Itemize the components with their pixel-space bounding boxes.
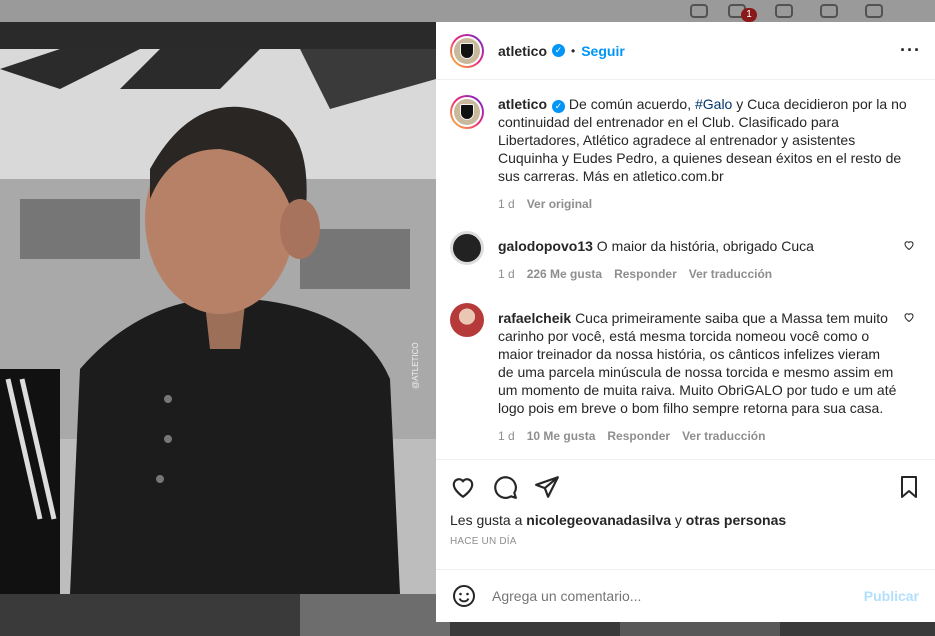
likes-middle: y — [674, 512, 682, 528]
caption: atletico ✓ De común acuerdo, #Galo y Cuca… — [450, 95, 921, 211]
post-header: atletico ✓ • Seguir ··· — [436, 22, 935, 80]
emoji-icon[interactable] — [452, 584, 476, 608]
see-original-button[interactable]: Ver original — [527, 197, 592, 211]
comment-text: O maior da história, obrigado Cuca — [596, 238, 814, 254]
crest-icon — [460, 42, 474, 59]
heart-icon[interactable] — [903, 239, 915, 251]
verified-icon: ✓ — [552, 44, 566, 57]
like-heart-icon[interactable] — [450, 474, 476, 500]
post-photo: @ATLETICO — [0, 49, 436, 594]
verified-icon: ✓ — [552, 100, 566, 113]
post-username[interactable]: atletico — [498, 43, 547, 59]
reply-button[interactable]: Responder — [614, 267, 677, 281]
comments-list[interactable]: atletico ✓ De común acuerdo, #Galo y Cuca… — [436, 81, 935, 459]
share-send-icon[interactable] — [534, 474, 560, 500]
background-top-bar: 1 — [0, 0, 935, 22]
comment-username[interactable]: rafaelcheik — [498, 310, 571, 326]
post-actions: Les gusta a nicolegeovanadasilva y otras… — [436, 459, 935, 569]
notification-badge: 1 — [741, 8, 757, 22]
comment-input[interactable] — [492, 588, 864, 604]
comment-bubble-icon[interactable] — [492, 474, 518, 500]
caption-text-start: De común acuerdo, — [568, 96, 692, 112]
other-likers-link[interactable]: otras personas — [686, 512, 786, 528]
avatar[interactable] — [450, 33, 484, 68]
caption-username[interactable]: atletico — [498, 96, 547, 112]
heart-icon — [865, 4, 883, 18]
avatar[interactable] — [450, 95, 484, 129]
compass-icon — [820, 4, 838, 18]
likes-summary: Les gusta a nicolegeovanadasilva y otras… — [450, 512, 921, 528]
comment-time[interactable]: 1 d — [498, 429, 515, 443]
liker-username[interactable]: nicolegeovanadasilva — [526, 512, 671, 528]
ellipsis-icon[interactable]: ··· — [900, 40, 921, 61]
follow-button[interactable]: Seguir — [581, 43, 625, 59]
avatar[interactable] — [450, 303, 484, 337]
translate-button[interactable]: Ver traducción — [682, 429, 765, 443]
translate-button[interactable]: Ver traducción — [689, 267, 772, 281]
comment-item: rafaelcheik Cuca primeiramente saiba que… — [450, 303, 921, 443]
post-timestamp[interactable]: HACE UN DÍA — [450, 536, 921, 547]
separator-dot: • — [571, 43, 576, 58]
heart-icon[interactable] — [903, 311, 915, 323]
reply-button[interactable]: Responder — [607, 429, 670, 443]
hashtag-link[interactable]: #Galo — [695, 96, 732, 112]
background-thumbnail — [300, 594, 450, 636]
comment-item: galodopovo13 O maior da história, obriga… — [450, 231, 921, 281]
photo-watermark: @ATLETICO — [411, 342, 420, 389]
post-panel: atletico ✓ • Seguir ··· atletico ✓ De com… — [436, 22, 935, 622]
comment-likes[interactable]: 226 Me gusta — [527, 267, 602, 281]
comment-time[interactable]: 1 d — [498, 267, 515, 281]
publish-button[interactable]: Publicar — [864, 588, 919, 604]
crest-icon — [460, 104, 474, 120]
likes-prefix: Les gusta a — [450, 512, 523, 528]
send-icon — [690, 4, 708, 18]
explore-icon — [775, 4, 793, 18]
avatar[interactable] — [450, 231, 484, 265]
comment-username[interactable]: galodopovo13 — [498, 238, 593, 254]
bookmark-icon[interactable] — [897, 474, 921, 500]
comment-composer: Publicar — [436, 569, 935, 622]
comment-likes[interactable]: 10 Me gusta — [527, 429, 596, 443]
caption-time[interactable]: 1 d — [498, 197, 515, 211]
